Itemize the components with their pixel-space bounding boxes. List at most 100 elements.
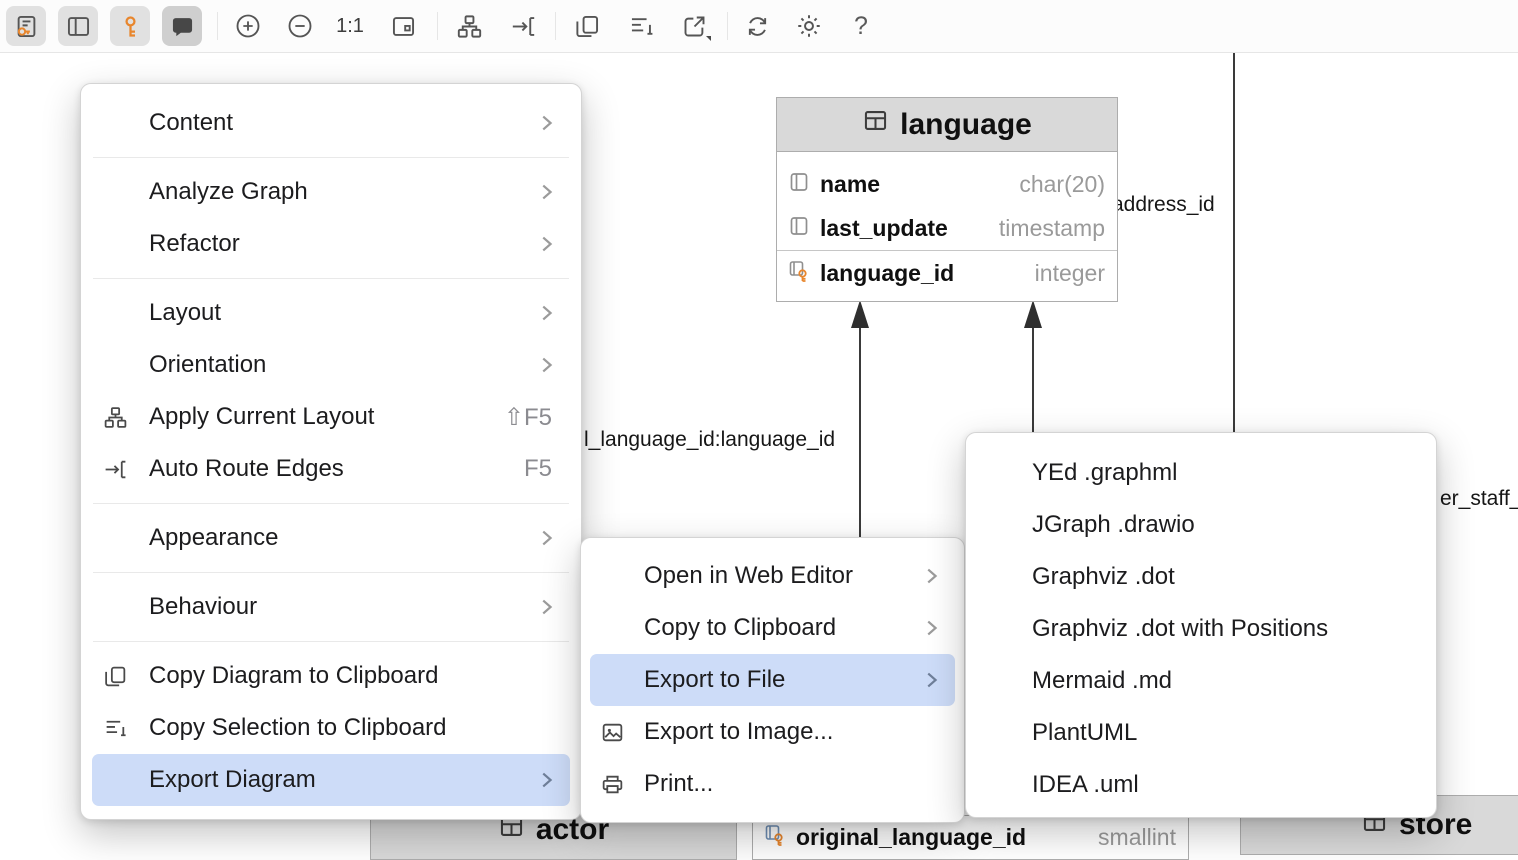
fit-content-button[interactable] — [383, 6, 423, 46]
auto-route-icon — [92, 457, 138, 482]
menu-item-refactor[interactable]: Refactor — [92, 218, 570, 270]
printer-icon — [590, 772, 634, 797]
menu-item-shortcut: F5 — [524, 455, 552, 483]
entity-language-header[interactable]: language — [777, 98, 1117, 152]
menu-item-label: Copy Selection to Clipboard — [149, 714, 558, 742]
zoom-ratio-label: 1:1 — [336, 15, 364, 38]
menu-item-label: Open in Web Editor — [644, 562, 919, 590]
refresh-button[interactable] — [737, 6, 777, 46]
menu-item-print[interactable]: Print... — [590, 758, 955, 810]
dropdown-arrow-icon — [706, 36, 711, 41]
menu-separator — [93, 572, 569, 573]
menu-item-copy-selection-to-clipboard[interactable]: Copy Selection to Clipboard — [92, 702, 570, 754]
chevron-right-icon — [534, 354, 558, 376]
menu-item-label: Graphviz .dot — [1032, 563, 1175, 591]
auto-route-button[interactable] — [503, 6, 543, 46]
copy-diagram-button[interactable] — [567, 6, 607, 46]
help-button[interactable]: ? — [841, 6, 881, 46]
column-row-name[interactable]: name char(20) — [777, 162, 1117, 206]
menu-item-idea-uml[interactable]: IDEA .uml — [976, 759, 1426, 811]
menu-item-label: Export Diagram — [149, 766, 534, 794]
menu-item-copy-to-clipboard[interactable]: Copy to Clipboard — [590, 602, 955, 654]
export-format-submenu: YEd .graphml JGraph .drawio Graphviz .do… — [965, 432, 1437, 818]
edge-label-address-id: address_id — [1112, 193, 1215, 217]
actual-size-button[interactable]: 1:1 — [330, 6, 370, 46]
diagram-toolbar: 1:1 ? — [0, 0, 1518, 53]
menu-item-apply-current-layout[interactable]: Apply Current Layout ⇧F5 — [92, 391, 570, 443]
show-comments-button[interactable] — [162, 6, 202, 46]
entity-title: language — [900, 108, 1032, 142]
menu-item-label: PlantUML — [1032, 719, 1137, 747]
edge-arrowhead-icon — [1024, 300, 1042, 328]
menu-item-label: Content — [149, 109, 534, 137]
menu-item-label: Auto Route Edges — [149, 455, 524, 483]
menu-item-label: Apply Current Layout — [149, 403, 504, 431]
export-button[interactable] — [674, 6, 714, 46]
menu-item-label: Export to Image... — [644, 718, 943, 746]
settings-button[interactable] — [789, 6, 829, 46]
menu-item-orientation[interactable]: Orientation — [92, 339, 570, 391]
menu-item-auto-route-edges[interactable]: Auto Route Edges F5 — [92, 443, 570, 495]
zoom-out-button[interactable] — [280, 6, 320, 46]
menu-item-export-to-file[interactable]: Export to File — [590, 654, 955, 706]
diagram-key-toggle-button[interactable] — [6, 6, 46, 46]
menu-item-layout[interactable]: Layout — [92, 287, 570, 339]
chevron-right-icon — [534, 769, 558, 791]
chevron-right-icon — [534, 302, 558, 324]
table-icon — [862, 107, 889, 142]
copy-selection-button[interactable] — [621, 6, 661, 46]
menu-item-label: Print... — [644, 770, 943, 798]
chevron-right-icon — [534, 596, 558, 618]
menu-item-graphviz-dot[interactable]: Graphviz .dot — [976, 551, 1426, 603]
edge-label-staff: er_staff_ — [1440, 487, 1518, 511]
menu-item-label: Refactor — [149, 230, 534, 258]
panel-toggle-button[interactable] — [58, 6, 98, 46]
menu-item-label: Appearance — [149, 524, 534, 552]
menu-item-label: IDEA .uml — [1032, 771, 1139, 799]
entity-language[interactable]: language name char(20) last_update times… — [776, 97, 1118, 302]
chevron-right-icon — [534, 112, 558, 134]
copy-icon — [92, 664, 138, 689]
menu-separator — [93, 503, 569, 504]
menu-item-graphviz-dot-with-positions[interactable]: Graphviz .dot with Positions — [976, 603, 1426, 655]
menu-item-export-diagram[interactable]: Export Diagram — [92, 754, 570, 806]
chevron-right-icon — [534, 527, 558, 549]
edge-label-language-fk: l_language_id:language_id — [584, 428, 835, 452]
menu-item-behaviour[interactable]: Behaviour — [92, 581, 570, 633]
column-row-last-update[interactable]: last_update timestamp — [777, 206, 1117, 250]
column-row-language-id[interactable]: language_id integer — [777, 251, 1117, 295]
primary-key-column-icon — [787, 259, 811, 288]
copy-selection-icon — [92, 716, 138, 741]
column-name: last_update — [820, 215, 948, 242]
zoom-in-button[interactable] — [228, 6, 268, 46]
edge-arrowhead-icon — [851, 300, 869, 328]
menu-item-plantuml[interactable]: PlantUML — [976, 707, 1426, 759]
toolbar-separator — [217, 12, 218, 40]
chevron-right-icon — [919, 565, 943, 587]
menu-item-jgraph-drawio[interactable]: JGraph .drawio — [976, 499, 1426, 551]
menu-item-export-to-image[interactable]: Export to Image... — [590, 706, 955, 758]
menu-item-content[interactable]: Content — [92, 97, 570, 149]
menu-item-analyze-graph[interactable]: Analyze Graph — [92, 166, 570, 218]
menu-separator — [93, 157, 569, 158]
menu-item-mermaid-md[interactable]: Mermaid .md — [976, 655, 1426, 707]
apply-layout-button[interactable] — [449, 6, 489, 46]
menu-item-label: Analyze Graph — [149, 178, 534, 206]
menu-item-copy-diagram-to-clipboard[interactable]: Copy Diagram to Clipboard — [92, 650, 570, 702]
chevron-right-icon — [534, 181, 558, 203]
column-type: smallint — [1098, 824, 1176, 851]
toolbar-separator — [437, 12, 438, 40]
toolbar-separator — [555, 12, 556, 40]
show-primary-keys-button[interactable] — [110, 6, 150, 46]
menu-item-label: JGraph .drawio — [1032, 511, 1195, 539]
menu-item-yed-graphml[interactable]: YEd .graphml — [976, 447, 1426, 499]
menu-item-open-in-web-editor[interactable]: Open in Web Editor — [590, 550, 955, 602]
menu-item-appearance[interactable]: Appearance — [92, 512, 570, 564]
column-type: char(20) — [1019, 171, 1105, 198]
image-icon — [590, 720, 634, 745]
menu-item-shortcut: ⇧F5 — [504, 403, 552, 432]
chevron-right-icon — [919, 669, 943, 691]
chevron-right-icon — [919, 617, 943, 639]
chevron-right-icon — [534, 233, 558, 255]
menu-item-label: Mermaid .md — [1032, 667, 1172, 695]
